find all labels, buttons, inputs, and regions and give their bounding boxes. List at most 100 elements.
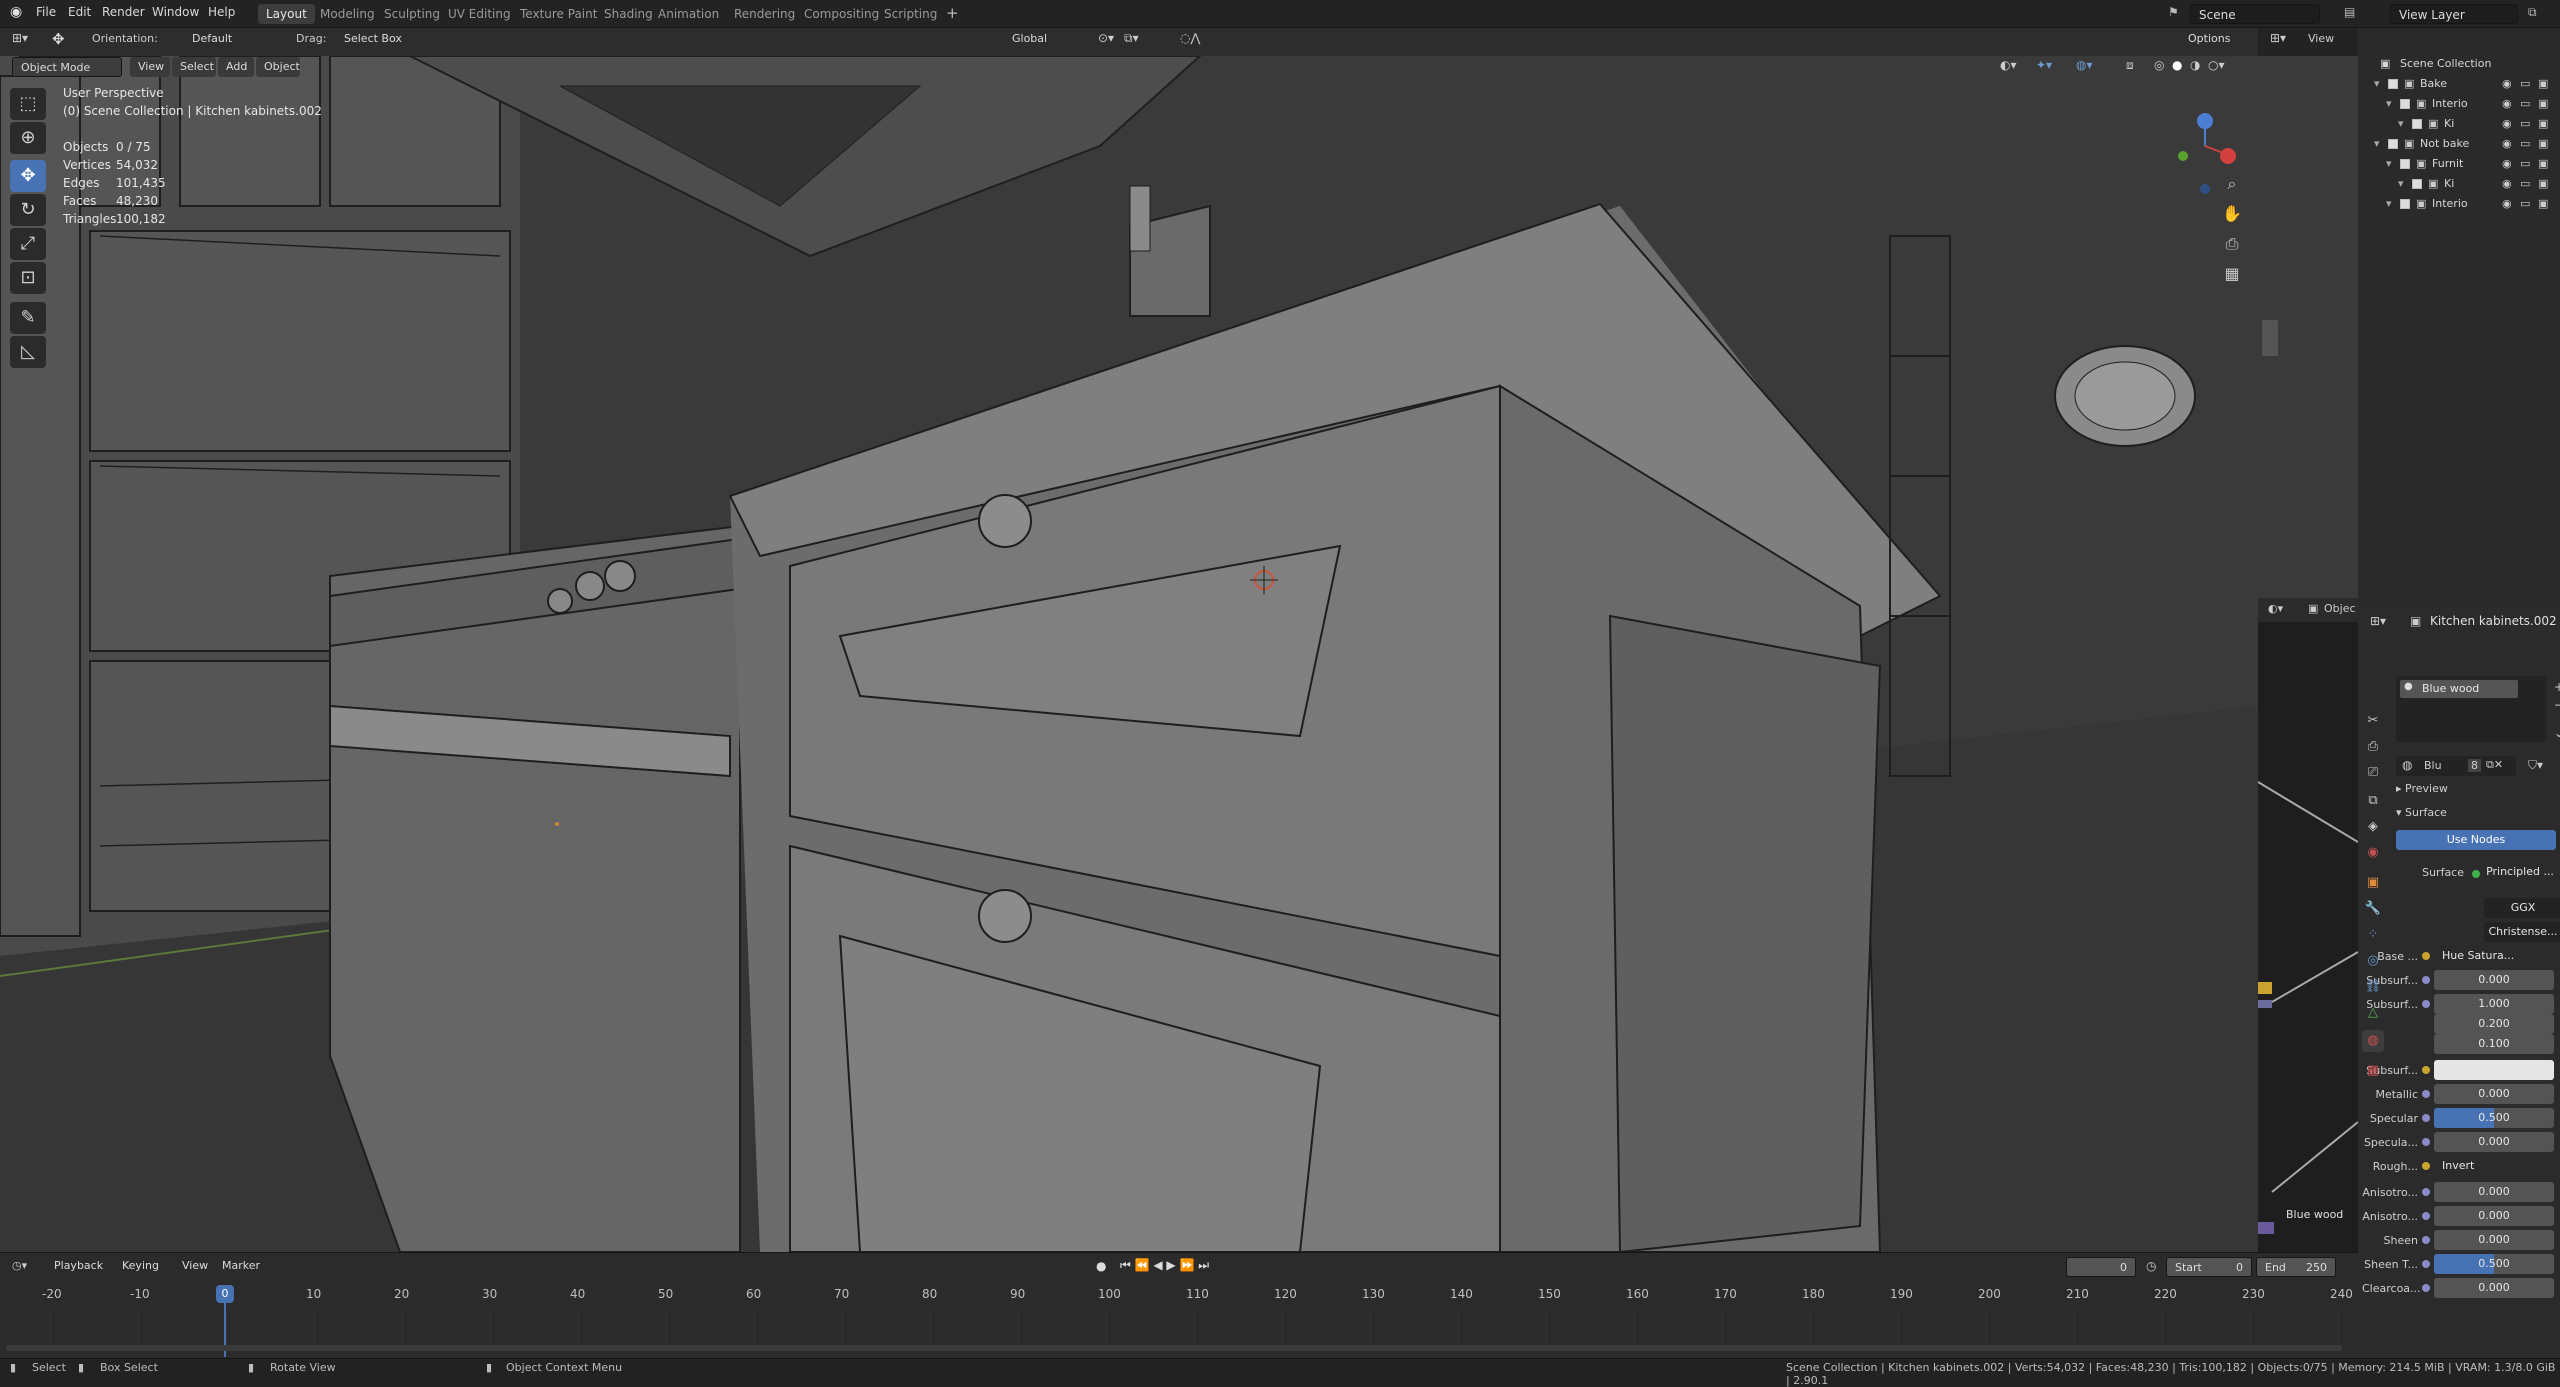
- select-box-tool[interactable]: ⬚: [10, 88, 46, 120]
- wireframe-shading-icon[interactable]: ◎: [2154, 58, 2164, 72]
- render-camera-icon[interactable]: ▣: [2538, 74, 2548, 94]
- workspace-tab-animation[interactable]: Animation: [650, 4, 727, 24]
- checkbox-icon[interactable]: [2388, 79, 2398, 89]
- grid-view-icon[interactable]: ▦: [2218, 260, 2246, 288]
- workspace-tab-layout[interactable]: Layout: [258, 4, 315, 24]
- viewport-monitor-icon[interactable]: ▭: [2520, 114, 2530, 134]
- expand-arrow-icon[interactable]: ▾: [2386, 154, 2392, 174]
- remove-slot-icon[interactable]: −: [2554, 698, 2560, 712]
- viewport-monitor-icon[interactable]: ▭: [2520, 74, 2530, 94]
- visibility-eye-icon[interactable]: ◉: [2502, 134, 2512, 154]
- timeline-type-icon[interactable]: ◷▾: [12, 1259, 27, 1272]
- material-shading-icon[interactable]: ◑: [2190, 58, 2200, 72]
- transform-tool[interactable]: ⊡: [10, 262, 46, 294]
- select-menu[interactable]: Select: [172, 57, 216, 77]
- playback-menu[interactable]: Playback: [46, 1256, 108, 1276]
- socket-dot[interactable]: [2422, 1188, 2430, 1196]
- socket-dot[interactable]: [2422, 1138, 2430, 1146]
- zoom-view-icon[interactable]: ⌕: [2218, 170, 2246, 198]
- socket-dot[interactable]: [2422, 952, 2430, 960]
- render-camera-icon[interactable]: ▣: [2538, 94, 2548, 114]
- material-slot-list[interactable]: Blue wood ●: [2396, 676, 2546, 742]
- outliner-row[interactable]: ▾ ▣ Bake ◉ ▭ ▣: [2358, 74, 2560, 94]
- socket-dot[interactable]: [2422, 1066, 2430, 1074]
- record-icon[interactable]: ●: [1096, 1259, 1106, 1273]
- view-layer-icon[interactable]: ▤: [2344, 5, 2355, 19]
- preview-panel[interactable]: ▸ Preview: [2396, 782, 2448, 795]
- property-value-field[interactable]: 0.200: [2434, 1014, 2554, 1034]
- object-tab-icon[interactable]: ▣: [2362, 872, 2384, 894]
- workspace-tab-rendering[interactable]: Rendering: [726, 4, 803, 24]
- mode-select[interactable]: Object Mode: [12, 57, 122, 77]
- socket-dot[interactable]: [2422, 1114, 2430, 1122]
- scene-tab-icon[interactable]: ◈: [2362, 816, 2384, 838]
- viewport-scrollbar[interactable]: [2262, 320, 2278, 356]
- current-frame-field[interactable]: 0: [2066, 1257, 2136, 1277]
- property-value-field[interactable]: 1.000: [2434, 994, 2554, 1014]
- property-value-field[interactable]: 0.000: [2434, 1230, 2554, 1250]
- shader-node-editor[interactable]: ◐▾ ▣ Objec Blue wood: [2258, 56, 2358, 1252]
- view-menu[interactable]: View: [2308, 32, 2334, 45]
- checkbox-icon[interactable]: [2412, 119, 2422, 129]
- render-tab-icon[interactable]: ⎙: [2362, 736, 2384, 758]
- render-camera-icon[interactable]: ▣: [2538, 174, 2548, 194]
- material-filter-icon[interactable]: ⛉▾: [2528, 758, 2543, 773]
- outliner-row[interactable]: ▾ ▣ Not bake ◉ ▭ ▣: [2358, 134, 2560, 154]
- outliner-row[interactable]: ▾ ▣ Ki ◉ ▭ ▣: [2358, 114, 2560, 134]
- fake-user-icon[interactable]: ⧉✕: [2486, 758, 2503, 772]
- outliner-row[interactable]: ▾ ▣ Interio ◉ ▭ ▣: [2358, 94, 2560, 114]
- material-users-count[interactable]: 8: [2468, 759, 2481, 772]
- render-camera-icon[interactable]: ▣: [2538, 154, 2548, 174]
- menu-help[interactable]: Help: [208, 5, 235, 19]
- workspace-tab-sculpting[interactable]: Sculpting: [376, 4, 448, 24]
- node-object-label[interactable]: Objec: [2324, 602, 2356, 615]
- object-menu[interactable]: Object: [256, 57, 300, 77]
- workspace-tab-texture-paint[interactable]: Texture Paint: [512, 4, 605, 24]
- add-workspace-icon[interactable]: +: [946, 4, 959, 22]
- material-tab-icon[interactable]: ◍: [2362, 1030, 2384, 1052]
- transform-orientation-select[interactable]: Global: [1004, 29, 1094, 49]
- snap-icon[interactable]: ⧉▾: [1124, 31, 1139, 46]
- expand-arrow-icon[interactable]: ▾: [2386, 94, 2392, 114]
- property-value-field[interactable]: Hue Satura...: [2434, 946, 2554, 966]
- property-value-field[interactable]: 0.000: [2434, 1206, 2554, 1226]
- socket-dot[interactable]: [2422, 1284, 2430, 1292]
- property-value-field[interactable]: 0.100: [2434, 1034, 2554, 1054]
- checkbox-icon[interactable]: [2400, 159, 2410, 169]
- use-nodes-button[interactable]: Use Nodes: [2396, 830, 2556, 850]
- subsurface-method-select[interactable]: Christense...: [2484, 922, 2560, 942]
- rendered-shading-icon[interactable]: ○▾: [2208, 58, 2225, 72]
- property-value-field[interactable]: 0.000: [2434, 1084, 2554, 1104]
- view-menu-viewport[interactable]: View: [130, 57, 170, 77]
- socket-dot[interactable]: [2422, 976, 2430, 984]
- socket-dot[interactable]: [2422, 1236, 2430, 1244]
- end-frame-field[interactable]: End 250: [2256, 1257, 2336, 1277]
- distribution-select[interactable]: GGX: [2484, 898, 2560, 918]
- 3d-viewport[interactable]: Object Mode View Select Add Object ◐▾ ✦▾…: [0, 56, 2258, 1252]
- socket-dot[interactable]: [2422, 1090, 2430, 1098]
- move-tool[interactable]: ✥: [10, 160, 46, 192]
- property-value-field[interactable]: 0.000: [2434, 1182, 2554, 1202]
- menu-render[interactable]: Render: [102, 5, 145, 19]
- render-camera-icon[interactable]: ▣: [2538, 194, 2548, 214]
- workspace-tab-modeling[interactable]: Modeling: [312, 4, 383, 24]
- surface-panel[interactable]: ▾ Surface: [2396, 806, 2447, 819]
- workspace-tab-scripting[interactable]: Scripting: [876, 4, 945, 24]
- expand-arrow-icon[interactable]: ▾: [2374, 134, 2380, 154]
- property-value-field[interactable]: 0.000: [2434, 1132, 2554, 1152]
- scene-icon[interactable]: ⚑: [2168, 5, 2179, 19]
- measure-tool[interactable]: ◺: [10, 336, 46, 368]
- drag-select[interactable]: Select Box: [336, 29, 432, 49]
- slot-menu-icon[interactable]: ⌄: [2554, 726, 2560, 740]
- scene-collection-row[interactable]: ▣ Scene Collection: [2358, 54, 2560, 74]
- material-browse-icon[interactable]: ◍: [2402, 758, 2412, 772]
- menu-edit[interactable]: Edit: [68, 5, 91, 19]
- blender-logo-icon[interactable]: ◉: [10, 4, 22, 20]
- render-camera-icon[interactable]: ▣: [2538, 134, 2548, 154]
- viewport-monitor-icon[interactable]: ▭: [2520, 154, 2530, 174]
- output-tab-icon[interactable]: ⎚: [2362, 762, 2384, 784]
- proportional-edit-icon[interactable]: ◌⋀: [1180, 31, 1200, 45]
- outliner-row[interactable]: ▾ ▣ Interio ◉ ▭ ▣: [2358, 194, 2560, 214]
- visibility-eye-icon[interactable]: ◉: [2502, 174, 2512, 194]
- checkbox-icon[interactable]: [2388, 139, 2398, 149]
